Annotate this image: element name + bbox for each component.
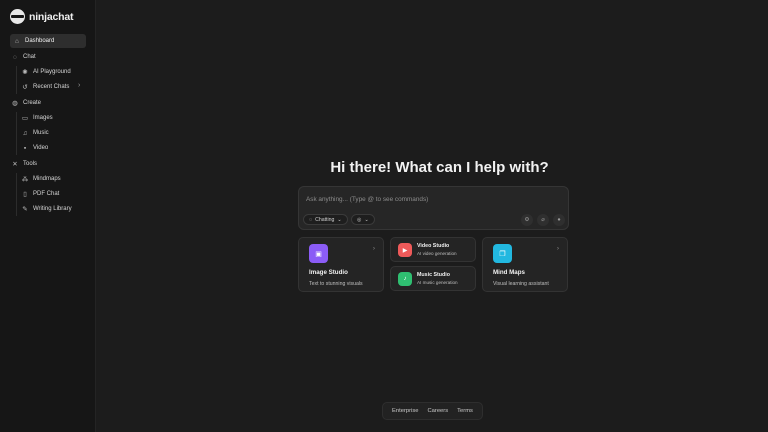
card-title: Music Studio: [417, 272, 450, 278]
prompt-box: ◌ Chatting ⌄ ◎ ⌄ ⚙ ⌀ ●: [298, 186, 569, 230]
pen-icon: ✎: [22, 206, 28, 213]
logo[interactable]: ninjachat: [10, 9, 73, 24]
video-camera-icon: ▶: [398, 243, 412, 257]
sidebar-item-images[interactable]: ▭ Images: [21, 111, 53, 125]
mind-maps-card[interactable]: ❐ › Mind Maps Visual learning assistant: [482, 237, 568, 292]
paperclip-icon: ⌀: [541, 217, 545, 223]
mindmap-icon: ⁂: [21, 176, 29, 183]
card-subtitle: AI video generation: [417, 251, 457, 256]
card-subtitle: Visual learning assistant: [493, 281, 549, 287]
sidebar-tree-line: [16, 173, 17, 216]
sidebar-item-label: PDF Chat: [33, 191, 60, 197]
sidebar-section-create[interactable]: ◍ Create: [11, 96, 41, 110]
sidebar-item-label: Video: [33, 145, 49, 151]
prompt-input[interactable]: [306, 194, 556, 204]
sidebar-item-label: Music: [33, 130, 49, 136]
tools-icon: ✕: [12, 161, 18, 168]
sidebar-item-label: Images: [33, 115, 53, 121]
sidebar-section-label: Chat: [23, 54, 36, 60]
chat-bubble-icon: ◌: [13, 53, 17, 61]
music-note-icon: ♪: [398, 272, 412, 286]
card-title: Image Studio: [309, 269, 348, 276]
music-note-icon: ♫: [22, 129, 28, 137]
image-icon: ▣: [309, 244, 328, 263]
history-icon: ↺: [22, 84, 28, 91]
video-studio-card[interactable]: ▶ Video Studio AI video generation: [390, 237, 476, 262]
sidebar-tree-line: [16, 112, 17, 155]
chat-bubble-icon: ◌: [309, 216, 313, 223]
chevron-right-icon: ›: [556, 245, 559, 252]
sidebar-item-ai-playground[interactable]: ✺ AI Playground: [21, 65, 71, 79]
sidebar-item-recent-chats[interactable]: ↺ Recent Chats: [21, 80, 69, 94]
sidebar-section-label: Tools: [23, 161, 38, 167]
chevron-right-icon[interactable]: ›: [78, 82, 80, 89]
card-title: Mind Maps: [493, 269, 525, 276]
footer-link-careers[interactable]: Careers: [427, 408, 448, 414]
sidebar-item-dashboard[interactable]: ⌂ Dashboard: [10, 34, 86, 48]
sidebar-section-label: Create: [23, 100, 42, 106]
sidebar-item-label: Recent Chats: [33, 84, 70, 90]
copy-icon: ❐: [493, 244, 512, 263]
settings-button[interactable]: ⚙: [521, 214, 533, 226]
voice-button[interactable]: ●: [553, 214, 565, 226]
sidebar-item-video[interactable]: ▪ Video: [21, 141, 48, 155]
sidebar-item-writing-library[interactable]: ✎ Writing Library: [21, 202, 72, 216]
page-title: Hi there! What can I help with?: [330, 159, 549, 176]
sidebar-item-pdf-chat[interactable]: ▯ PDF Chat: [21, 187, 59, 201]
chevron-down-icon: ⌄: [337, 216, 342, 223]
image-studio-card[interactable]: ▣ › Image Studio Text to stunning visual…: [298, 237, 384, 292]
footer-link-terms[interactable]: Terms: [457, 408, 473, 414]
sidebar: ninjachat ⌂ Dashboard ◌ Chat ✺ AI Playgr…: [0, 0, 96, 432]
ninja-logo-icon: [10, 9, 25, 24]
microphone-icon: ●: [557, 217, 561, 223]
sparkle-icon: ✺: [22, 69, 28, 76]
music-studio-card[interactable]: ♪ Music Studio AI music generation: [390, 266, 476, 291]
sidebar-tree-line: [16, 66, 17, 94]
model-icon: ◎: [357, 216, 362, 223]
document-icon: ▯: [23, 191, 27, 198]
sidebar-item-music[interactable]: ♫ Music: [21, 126, 49, 140]
app-name: ninjachat: [29, 10, 74, 23]
sidebar-item-label: Mindmaps: [33, 176, 61, 182]
footer-link-enterprise[interactable]: Enterprise: [392, 408, 418, 414]
mode-selector[interactable]: ◌ Chatting ⌄: [303, 214, 348, 225]
image-icon: ▭: [21, 115, 29, 122]
palette-icon: ◍: [12, 100, 18, 107]
video-camera-icon: ▪: [23, 144, 27, 152]
sidebar-item-mindmaps[interactable]: ⁂ Mindmaps: [21, 172, 61, 186]
sidebar-item-label: AI Playground: [33, 69, 71, 75]
sidebar-section-chat[interactable]: ◌ Chat: [11, 50, 36, 64]
sidebar-section-tools[interactable]: ✕ Tools: [11, 157, 37, 171]
footer-links: Enterprise Careers Terms: [382, 402, 483, 420]
card-subtitle: Text to stunning visuals: [309, 281, 363, 287]
sidebar-item-label: Dashboard: [25, 38, 55, 44]
card-title: Video Studio: [417, 243, 450, 249]
card-subtitle: AI music generation: [417, 280, 458, 285]
home-icon: ⌂: [15, 37, 19, 45]
mode-label: Chatting: [315, 216, 335, 223]
sidebar-item-label: Writing Library: [33, 206, 72, 212]
gear-icon: ⚙: [524, 217, 530, 223]
chevron-right-icon: ›: [372, 245, 375, 252]
attach-button[interactable]: ⌀: [537, 214, 549, 226]
chevron-down-icon: ⌄: [364, 216, 369, 223]
model-selector[interactable]: ◎ ⌄: [351, 214, 375, 225]
